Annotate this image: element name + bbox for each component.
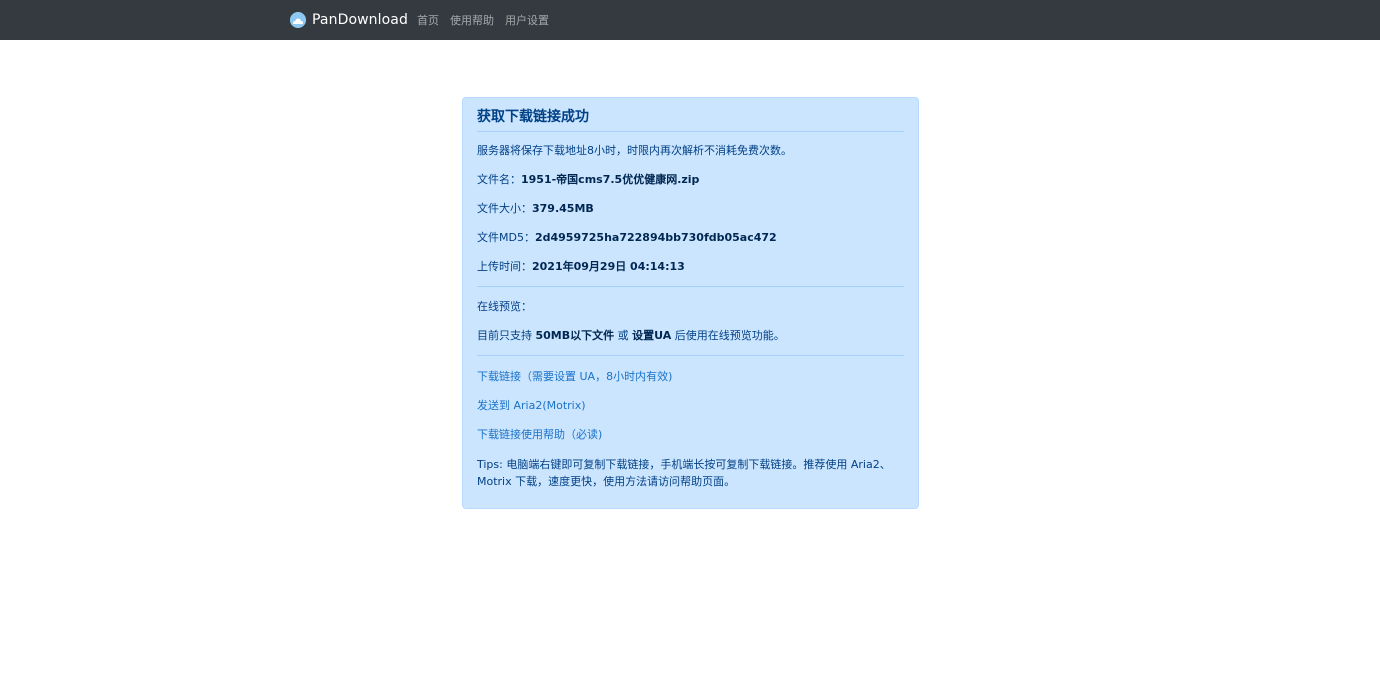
upload-time-row: 上传时间：2021年09月29日 04:14:13: [477, 260, 685, 274]
brand-link[interactable]: PanDownload: [290, 0, 408, 40]
nav-link-help[interactable]: 使用帮助: [450, 12, 494, 28]
file-size-label: 文件大小：: [477, 202, 532, 215]
preview-or: 或: [614, 329, 633, 342]
top-navbar: PanDownload 首页 使用帮助 用户设置: [0, 0, 1380, 40]
preview-label: 在线预览：: [477, 300, 532, 313]
preview-info-row: 目前只支持 50MB以下文件 或 设置UA 后使用在线预览功能。: [477, 329, 785, 343]
nav-links: 首页 使用帮助 用户设置: [417, 0, 560, 40]
download-link[interactable]: 下载链接（需要设置 UA，8小时内有效): [477, 370, 672, 383]
file-size-value: 379.45MB: [532, 202, 594, 215]
upload-time-value: 2021年09月29日 04:14:13: [532, 260, 685, 273]
file-name-value: 1951-帝国cms7.5优优健康网.zip: [521, 173, 700, 186]
file-name-row: 文件名：1951-帝国cms7.5优优健康网.zip: [477, 173, 699, 187]
file-name-label: 文件名：: [477, 173, 521, 186]
download-result-card: 获取下载链接成功 服务器将保存下载地址8小时，时限内再次解析不消耗免费次数。 文…: [462, 97, 919, 509]
download-help-link[interactable]: 下载链接使用帮助（必读): [477, 428, 602, 441]
file-md5-row: 文件MD5：2d4959725ha722894bb730fdb05ac472: [477, 231, 777, 245]
tips-text: Tips: 电脑端右键即可复制下载链接，手机端长按可复制下载链接。推荐使用 Ar…: [477, 458, 891, 488]
send-to-aria2-link[interactable]: 发送到 Aria2(Motrix): [477, 399, 586, 412]
nav-link-home[interactable]: 首页: [417, 12, 439, 28]
brand-name: PanDownload: [312, 12, 408, 28]
divider: [477, 131, 904, 132]
preview-size-limit: 50MB以下文件: [535, 329, 615, 342]
cloud-logo-icon: [290, 12, 306, 28]
divider: [477, 286, 904, 287]
preview-set-ua: 设置UA: [632, 329, 672, 342]
card-title: 获取下载链接成功: [477, 109, 589, 125]
cache-notice: 服务器将保存下载地址8小时，时限内再次解析不消耗免费次数。: [477, 144, 792, 157]
preview-prefix: 目前只支持: [477, 329, 536, 342]
file-size-row: 文件大小：379.45MB: [477, 202, 594, 216]
upload-time-label: 上传时间：: [477, 260, 532, 273]
nav-link-user-settings[interactable]: 用户设置: [505, 12, 549, 28]
divider: [477, 355, 904, 356]
preview-suffix: 后使用在线预览功能。: [671, 329, 785, 342]
file-md5-label: 文件MD5：: [477, 231, 535, 244]
file-md5-value: 2d4959725ha722894bb730fdb05ac472: [534, 231, 777, 244]
